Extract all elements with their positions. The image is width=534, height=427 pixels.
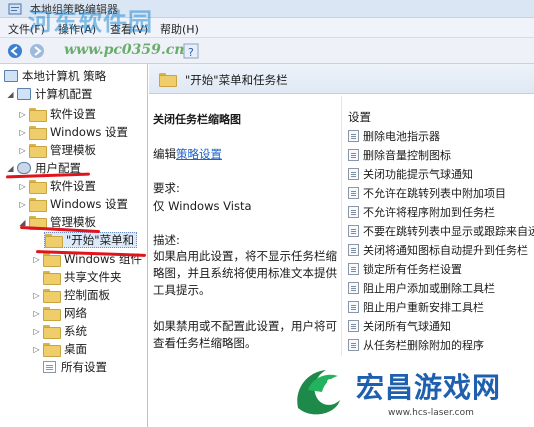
policy-setting-icon (348, 300, 359, 313)
policy-setting-icon (348, 319, 359, 332)
menu-help[interactable]: 帮助(H) (160, 21, 199, 37)
content-header: "开始"菜单和任务栏 (149, 64, 534, 94)
computer-icon (17, 88, 31, 100)
column-header-setting[interactable]: 设置 (348, 109, 371, 125)
forward-icon[interactable] (28, 42, 46, 60)
navigation-tree: 本地计算机 策略 ◢ 计算机配置 ▷ 软件设置 ▷ Windows 设置 ▷ 管… (0, 64, 148, 427)
policy-setting-icon (348, 148, 359, 161)
computer-icon (4, 70, 18, 82)
expand-arrow-icon[interactable]: ▷ (32, 255, 41, 264)
edit-policy-link[interactable]: 策略设置 (176, 147, 222, 161)
folder-icon (29, 144, 47, 158)
folder-icon (29, 180, 47, 194)
tree-root[interactable]: 本地计算机 策略 (4, 68, 106, 84)
folder-icon (29, 108, 47, 122)
watermark-logo-icon (297, 370, 340, 415)
description-text-2: 如果禁用或不配置此设置，用户将可查看任务栏缩略图。 (153, 319, 337, 350)
watermark-site-url: www.pc0359.cn (64, 42, 185, 58)
list-item[interactable]: 不允许将程序附加到任务栏 (348, 203, 495, 220)
watermark-brand-url: www.hcs-laser.com (388, 408, 474, 418)
expand-arrow-icon[interactable]: ▷ (32, 345, 41, 354)
tree-cc-windows[interactable]: ▷ Windows 设置 (18, 124, 128, 140)
policy-setting-icon (348, 205, 359, 218)
tree-cc-admin[interactable]: ▷ 管理模板 (18, 142, 96, 158)
folder-icon (43, 271, 61, 285)
folder-icon (43, 325, 61, 339)
watermark-banner: 宏昌游戏网 www.hcs-laser.com (280, 356, 534, 427)
tree-computer-config[interactable]: ◢ 计算机配置 (6, 86, 92, 102)
list-item[interactable]: 不要在跳转列表中显示或跟踪来自远 (348, 222, 534, 239)
expand-arrow-icon[interactable]: ▷ (18, 110, 27, 119)
edit-policy-line: 编辑策略设置 (153, 147, 222, 161)
watermark-brand-name: 宏昌游戏网 (356, 371, 502, 404)
collapse-arrow-icon[interactable]: ◢ (6, 90, 15, 99)
expand-arrow-icon[interactable]: ▷ (32, 327, 41, 336)
content-header-title: "开始"菜单和任务栏 (185, 73, 288, 87)
list-item[interactable]: 关闭功能提示气球通知 (348, 165, 473, 182)
folder-icon (159, 73, 177, 87)
requirements-label: 要求: (153, 181, 180, 195)
collapse-arrow-icon[interactable]: ◢ (6, 164, 15, 173)
list-item[interactable]: 阻止用户重新安排工具栏 (348, 298, 484, 315)
folder-icon (43, 253, 61, 267)
policy-setting-icon (348, 338, 359, 351)
policy-setting-icon (348, 224, 359, 237)
folder-icon (43, 343, 61, 357)
expand-arrow-icon[interactable]: ▷ (18, 128, 27, 137)
list-item[interactable]: 阻止用户添加或删除工具栏 (348, 279, 495, 296)
description-text: 如果启用此设置，将不显示任务栏缩略图，并且系统将使用标准文本提供工具提示。 (153, 249, 337, 297)
folder-icon (29, 126, 47, 140)
help-icon[interactable]: ? (182, 42, 200, 60)
tree-network[interactable]: ▷ 网络 (32, 305, 87, 321)
policy-setting-icon (348, 186, 359, 199)
policy-setting-icon (348, 129, 359, 142)
tree-cc-software[interactable]: ▷ 软件设置 (18, 106, 96, 122)
user-icon (17, 162, 31, 174)
tree-uc-software[interactable]: ▷ 软件设置 (18, 178, 96, 194)
policy-title: 关闭任务栏缩略图 (153, 113, 241, 126)
tree-uc-windows[interactable]: ▷ Windows 设置 (18, 196, 128, 212)
expand-arrow-icon[interactable]: ▷ (18, 182, 27, 191)
watermark-site-name: 河东软件园 (28, 7, 153, 36)
folder-icon (43, 307, 61, 321)
folder-icon (29, 198, 47, 212)
list-item[interactable]: 从任务栏删除附加的程序 (348, 336, 484, 353)
back-icon[interactable] (6, 42, 24, 60)
policy-setting-icon (348, 281, 359, 294)
list-item[interactable]: 删除电池指示器 (348, 127, 440, 144)
tree-start-menu[interactable]: "开始"菜单和 (44, 232, 138, 248)
folder-icon (43, 289, 61, 303)
expand-arrow-icon[interactable]: ▷ (18, 146, 27, 155)
policy-setting-icon (348, 167, 359, 180)
settings-list-icon (43, 361, 56, 373)
expand-arrow-icon[interactable]: ▷ (18, 200, 27, 209)
list-item[interactable]: 不允许在跳转列表中附加项目 (348, 184, 506, 201)
list-item[interactable]: 删除音量控制图标 (348, 146, 451, 163)
folder-icon (45, 234, 63, 248)
policy-setting-icon (348, 262, 359, 275)
expand-arrow-icon[interactable]: ▷ (32, 309, 41, 318)
tree-all-settings[interactable]: 所有设置 (43, 359, 107, 375)
policy-setting-icon (348, 243, 359, 256)
description-label: 描述: (153, 233, 180, 247)
expand-arrow-icon[interactable]: ▷ (32, 291, 41, 300)
policy-editor-icon (8, 3, 22, 15)
list-item[interactable]: 锁定所有任务栏设置 (348, 260, 462, 277)
list-item[interactable]: 关闭将通知图标自动提升到任务栏 (348, 241, 528, 258)
tree-control-panel[interactable]: ▷ 控制面板 (32, 287, 110, 303)
tree-system[interactable]: ▷ 系统 (32, 323, 87, 339)
tree-desktop[interactable]: ▷ 桌面 (32, 341, 87, 357)
list-item[interactable]: 关闭所有气球通知 (348, 317, 451, 334)
svg-text:?: ? (188, 46, 194, 59)
tree-shared-folders[interactable]: 共享文件夹 (43, 269, 122, 285)
requirements-value: 仅 Windows Vista (153, 199, 252, 213)
